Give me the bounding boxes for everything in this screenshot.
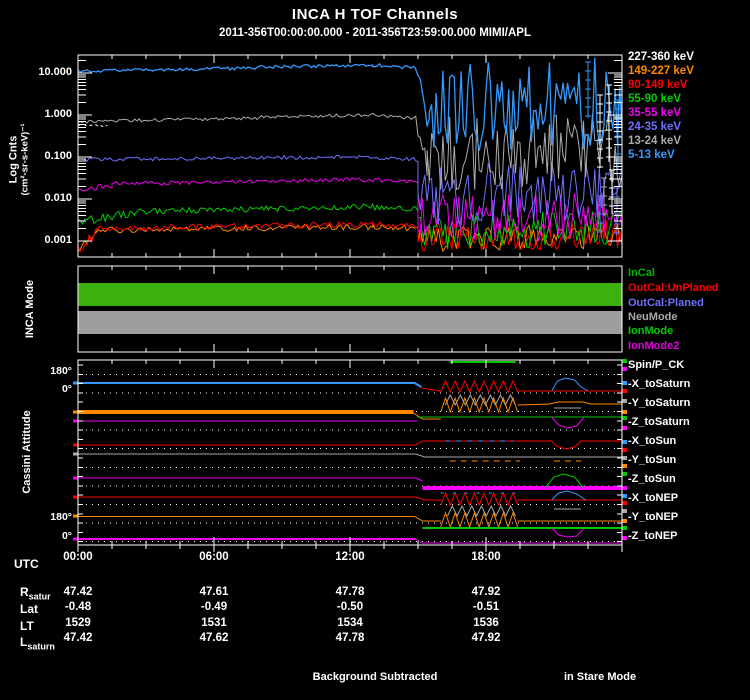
cell-r-0: 47.42 [63, 586, 93, 598]
footer-stare-mode: in Stare Mode [563, 671, 637, 683]
att-label-ysun: -Y_toSun [628, 454, 677, 466]
cell-lat-2: -0.50 [336, 601, 364, 613]
top-panel-ylabel: Log Cnts (cm²-sr-s-keV)⁻¹ [8, 85, 31, 235]
mode-label-outcal-planed: OutCal:Planed [628, 297, 704, 309]
att-label-ynep: -Y_toNEP [628, 511, 679, 523]
cell-lt-1: 1531 [201, 617, 227, 629]
att-label-ysaturn: -Y_toSaturn [628, 397, 691, 409]
att-ytick-0-top: 0° [61, 383, 72, 395]
cell-lat-3: -0.51 [472, 601, 500, 613]
attitude-panel-ylabel: Cassini Attitude [21, 410, 33, 494]
cell-lat-1: -0.49 [200, 601, 228, 613]
mode-label-ionmode2: IonMode2 [628, 340, 680, 352]
cell-l-0: 47.42 [63, 632, 93, 644]
legend-item-149-227: 149-227 keV [628, 65, 694, 77]
xtick-0600: 06:00 [199, 551, 229, 563]
att-ytick-180-bot: 180° [50, 511, 72, 523]
ytick-10: 10.000 [38, 66, 72, 78]
cell-r-1: 47.61 [199, 586, 229, 598]
mode-panel-ylabel: INCA Mode [24, 279, 36, 339]
cell-l-2: 47.78 [335, 632, 365, 644]
att-label-xnep: -X_toNEP [628, 492, 679, 504]
xtick-1200: 12:00 [335, 551, 365, 563]
legend-item-55-90: 55-90 keV [628, 93, 682, 105]
att-label-xsun: -X_toSun [628, 435, 677, 447]
row-label-r: R [20, 585, 29, 599]
mode-label-incal: InCal [628, 267, 655, 279]
legend-item-24-35: 24-35 keV [628, 121, 682, 133]
row-label-lat: Lat [20, 602, 38, 616]
att-ytick-180-top: 180° [50, 365, 72, 377]
legend-item-35-55: 35-55 keV [628, 107, 682, 119]
att-label-zsun: -Z_toSun [628, 473, 676, 485]
cell-r-3: 47.92 [471, 586, 501, 598]
ylabel-line1: Log Cnts [7, 135, 20, 184]
xtick-1800: 18:00 [471, 551, 501, 563]
cell-r-2: 47.78 [335, 586, 365, 598]
legend-item-227-360: 227-360 keV [628, 51, 694, 63]
cell-l-1: 47.62 [199, 632, 229, 644]
mode-label-neumode: NeuMode [628, 311, 678, 323]
legend-item-13-24: 13-24 keV [628, 135, 682, 147]
inca-tof-plot-window: INCA H TOF Channels 2011-356T00:00:00.00… [0, 0, 750, 700]
footer-background-subtracted: Background Subtracted [312, 671, 438, 683]
att-label-xsaturn: -X_toSaturn [628, 378, 691, 390]
att-label-znep: -Z_toNEP [628, 530, 678, 542]
cell-l-3: 47.92 [471, 632, 501, 644]
ylabel-line2: (cm²-sr-s-keV)⁻¹ [19, 123, 31, 196]
utc-axis-label: UTC [14, 557, 39, 571]
att-ytick-0-bot: 0° [61, 530, 72, 542]
cell-lat-0: -0.48 [64, 601, 92, 613]
legend-item-90-149: 90-149 keV [628, 79, 688, 91]
cell-lt-3: 1536 [473, 617, 499, 629]
xtick-0000: 00:00 [63, 551, 93, 563]
mode-label-outcal-unplaned: OutCal:UnPlaned [628, 282, 719, 294]
att-label-zsaturn: -Z_toSaturn [628, 416, 690, 428]
cell-lt-0: 1529 [65, 617, 91, 629]
cell-lt-2: 1534 [337, 617, 363, 629]
row-label-lt: LT [20, 619, 34, 633]
att-label-spin: Spin/P_CK [628, 359, 685, 371]
mode-label-ionmode: IonMode [628, 325, 674, 337]
legend-item-5-13: 5-13 keV [628, 149, 675, 161]
ytick-0p001: 0.001 [44, 234, 72, 246]
